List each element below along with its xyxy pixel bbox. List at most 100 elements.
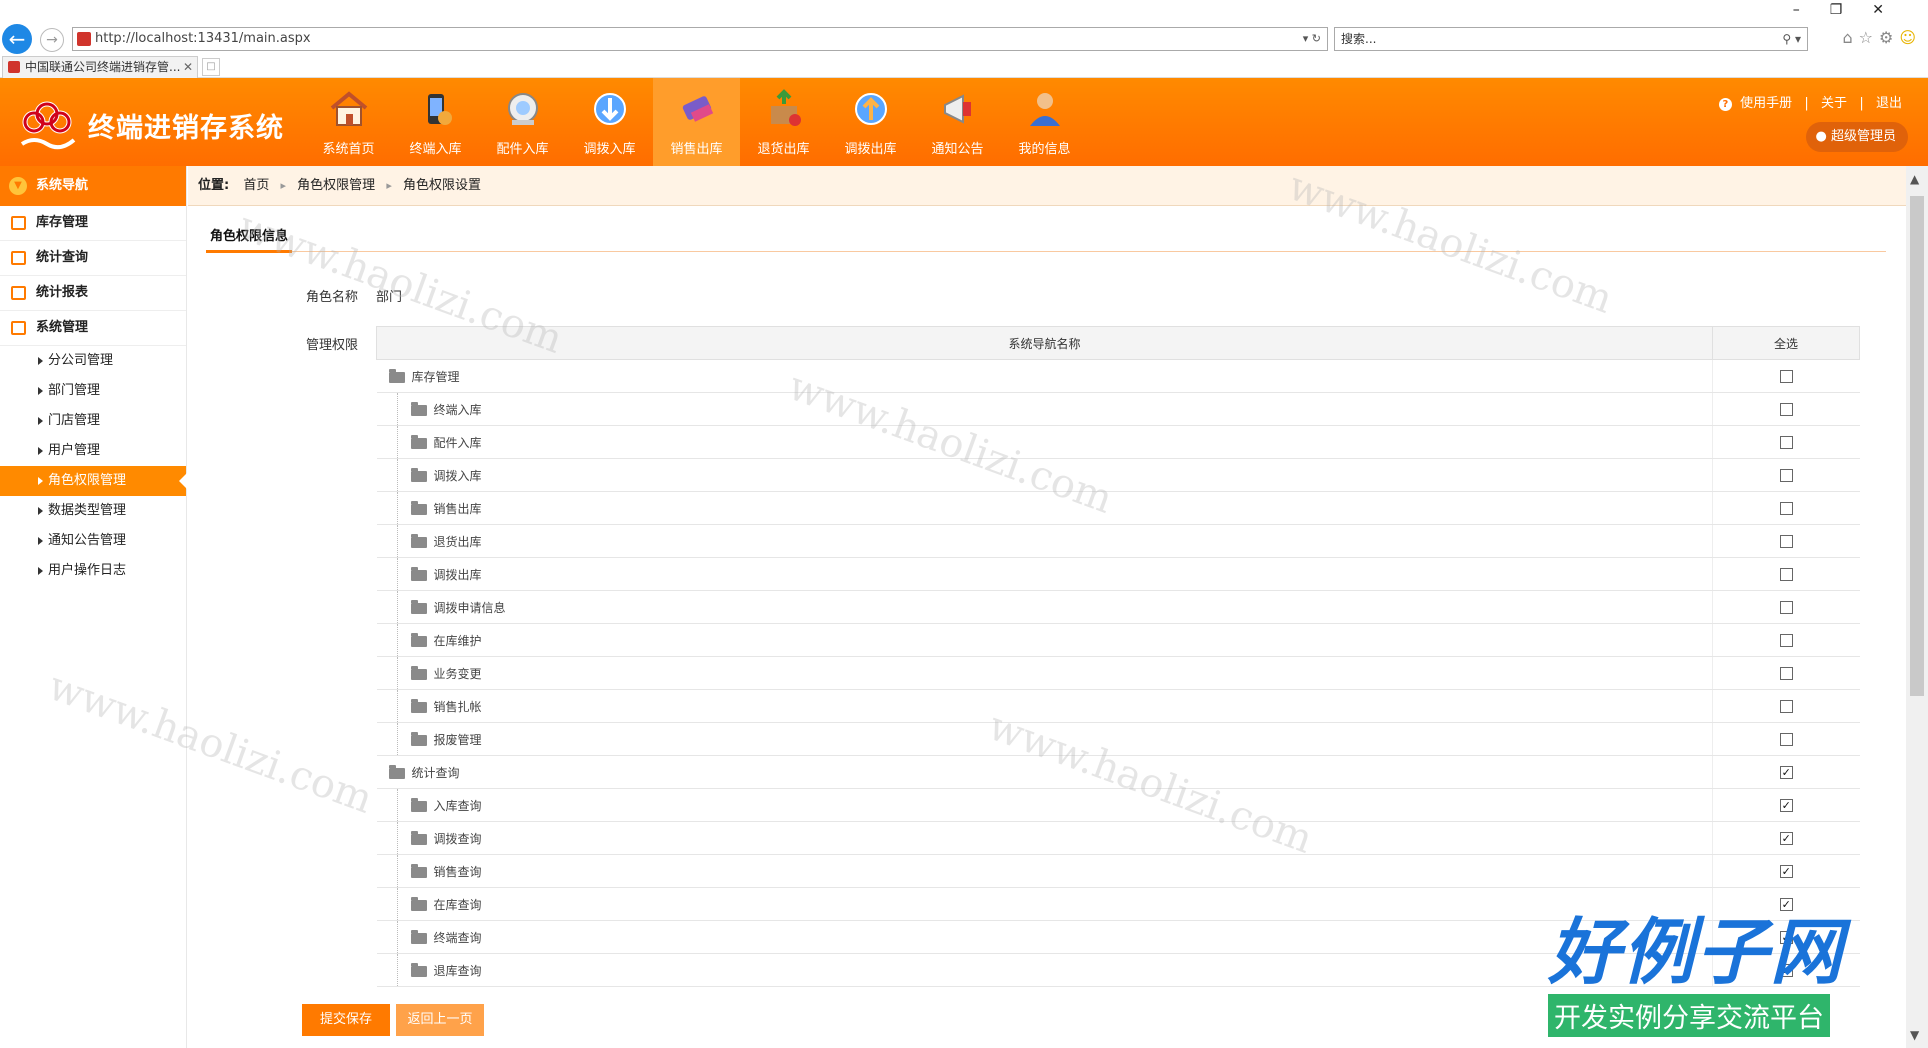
- tab-close-icon[interactable]: ✕: [183, 57, 193, 77]
- nav-label: 通知公告: [931, 142, 984, 157]
- feedback-smiley-icon[interactable]: ☺: [1899, 28, 1922, 47]
- permission-name: 调拨查询: [433, 831, 482, 846]
- submit-save-button[interactable]: 提交保存: [302, 1004, 390, 1036]
- forward-arrow-icon[interactable]: →: [40, 28, 64, 52]
- column-header-select-all[interactable]: 全选: [1712, 326, 1860, 360]
- permission-checkbox[interactable]: [1779, 667, 1793, 680]
- admin-user-button[interactable]: ● 超级管理员: [1805, 122, 1908, 152]
- calendar-icon: [11, 321, 26, 335]
- permission-checkbox[interactable]: [1779, 502, 1793, 515]
- back-button[interactable]: 返回上一页: [396, 1004, 484, 1036]
- permission-check-cell: [1712, 524, 1860, 558]
- tab-favicon-icon: [8, 61, 20, 73]
- sidebar-item-branch[interactable]: 分公司管理: [0, 346, 186, 376]
- app-header: 终端进销存系统 系统首页 终端入库 配件入库 调拨入库 销售出库 退货出库 调拨: [0, 78, 1928, 166]
- nav-sales-out[interactable]: 销售出库: [653, 78, 740, 166]
- table-row: 销售出库: [376, 491, 1860, 525]
- nav-label: 销售出库: [670, 142, 723, 157]
- refresh-icon[interactable]: ▾ ↻: [1303, 28, 1321, 50]
- folder-icon: [410, 434, 427, 449]
- browser-toolbar-icons[interactable]: ⌂☆⚙☺: [1842, 28, 1922, 47]
- permission-checkbox[interactable]: [1779, 370, 1793, 383]
- nav-my-info[interactable]: 我的信息: [1001, 78, 1088, 166]
- permission-checkbox[interactable]: ✓: [1779, 832, 1793, 845]
- nav-return-out[interactable]: 退货出库: [740, 78, 827, 166]
- permission-checkbox[interactable]: [1779, 469, 1793, 482]
- window-controls[interactable]: –❐✕: [1793, 2, 1914, 18]
- permission-checkbox[interactable]: [1779, 403, 1793, 416]
- manual-link[interactable]: 使用手册: [1740, 96, 1792, 111]
- permission-checkbox[interactable]: [1779, 634, 1793, 647]
- breadcrumb-item[interactable]: 首页: [243, 178, 269, 193]
- permission-checkbox[interactable]: ✓: [1779, 799, 1793, 812]
- scroll-up-icon[interactable]: ▲: [1910, 172, 1919, 186]
- tree-connector: [396, 591, 398, 623]
- permission-checkbox[interactable]: [1779, 535, 1793, 548]
- folder-icon: [388, 368, 405, 383]
- permission-checkbox[interactable]: ✓: [1779, 898, 1793, 911]
- scroll-thumb[interactable]: [1910, 196, 1924, 696]
- nav-label: 退货出库: [757, 142, 810, 157]
- permission-check-cell: [1712, 656, 1860, 690]
- permission-checkbox[interactable]: [1779, 601, 1793, 614]
- logout-link[interactable]: 退出: [1876, 96, 1902, 111]
- return-icon: [770, 89, 801, 126]
- permission-name-cell: 统计查询: [376, 755, 1713, 789]
- breadcrumb-item[interactable]: 角色权限管理: [297, 178, 375, 193]
- permission-checkbox[interactable]: ✓: [1779, 865, 1793, 878]
- sidebar-item-store[interactable]: 门店管理: [0, 406, 186, 436]
- sidebar-item-announcement[interactable]: 通知公告管理: [0, 526, 186, 556]
- address-bar[interactable]: http://localhost:13431/main.aspx ▾ ↻: [72, 27, 1328, 51]
- permission-check-cell: [1712, 590, 1860, 624]
- nav-label: 调拨出库: [844, 142, 897, 157]
- nav-transfer-in[interactable]: 调拨入库: [566, 78, 653, 166]
- new-tab-button[interactable]: □: [202, 58, 220, 76]
- nav-label: 系统首页: [322, 142, 375, 157]
- nav-transfer-out[interactable]: 调拨出库: [827, 78, 914, 166]
- user-info-icon: [1029, 93, 1060, 126]
- nav-toggle-icon: ▼: [9, 177, 27, 195]
- sidebar-item-department[interactable]: 部门管理: [0, 376, 186, 406]
- sidebar-item-data-type[interactable]: 数据类型管理: [0, 496, 186, 526]
- table-row: 库存管理: [376, 359, 1860, 393]
- folder-icon: [410, 698, 427, 713]
- sidebar-group-system[interactable]: 系统管理: [0, 311, 186, 346]
- nav-terminal-in[interactable]: 终端入库: [392, 78, 479, 166]
- nav-label: 配件入库: [496, 142, 549, 157]
- permission-name-cell: 销售查询: [376, 854, 1713, 888]
- permission-checkbox[interactable]: ✓: [1779, 931, 1793, 944]
- sidebar-item-role-permission[interactable]: 角色权限管理: [0, 466, 187, 496]
- sidebar-group-inventory[interactable]: 库存管理: [0, 206, 186, 241]
- transfer-in-icon: [593, 93, 626, 125]
- nav-accessory-in[interactable]: 配件入库: [479, 78, 566, 166]
- message-icon: [11, 251, 26, 265]
- sidebar-item-user[interactable]: 用户管理: [0, 436, 186, 466]
- vertical-scrollbar[interactable]: ▲ ▼: [1906, 166, 1928, 1048]
- permission-label: 管理权限: [306, 338, 359, 353]
- back-arrow-icon[interactable]: ←: [2, 24, 32, 54]
- scroll-down-icon[interactable]: ▼: [1910, 1028, 1919, 1042]
- permission-checkbox[interactable]: [1779, 733, 1793, 746]
- search-icon[interactable]: ⚲ ▾: [1782, 28, 1801, 50]
- browser-tab[interactable]: 中国联通公司终端进销存管... ✕: [2, 56, 198, 78]
- sidebar-group-stats-query[interactable]: 统计查询: [0, 241, 186, 276]
- sidebar-item-user-log[interactable]: 用户操作日志: [0, 556, 186, 586]
- tree-connector: [396, 690, 398, 722]
- nav-label: 终端入库: [409, 142, 462, 157]
- permission-checkbox[interactable]: [1779, 700, 1793, 713]
- permission-checkbox[interactable]: ✓: [1779, 964, 1793, 977]
- browser-search-input[interactable]: 搜索... ⚲ ▾: [1334, 27, 1808, 51]
- permission-name-cell: 终端查询: [376, 920, 1713, 954]
- nav-home[interactable]: 系统首页: [305, 78, 392, 166]
- permission-name: 在库查询: [433, 897, 482, 912]
- about-link[interactable]: 关于: [1821, 96, 1847, 111]
- sidebar-group-stats-report[interactable]: 统计报表: [0, 276, 186, 311]
- permission-checkbox[interactable]: [1779, 568, 1793, 581]
- role-name-value: 部门: [376, 290, 403, 305]
- permission-checkbox[interactable]: [1779, 436, 1793, 449]
- permission-name-cell: 在库查询: [376, 887, 1713, 921]
- url-text: http://localhost:13431/main.aspx: [95, 31, 311, 46]
- sales-out-icon: [682, 96, 713, 122]
- permission-checkbox[interactable]: ✓: [1779, 766, 1793, 779]
- nav-announcement[interactable]: 通知公告: [914, 78, 1001, 166]
